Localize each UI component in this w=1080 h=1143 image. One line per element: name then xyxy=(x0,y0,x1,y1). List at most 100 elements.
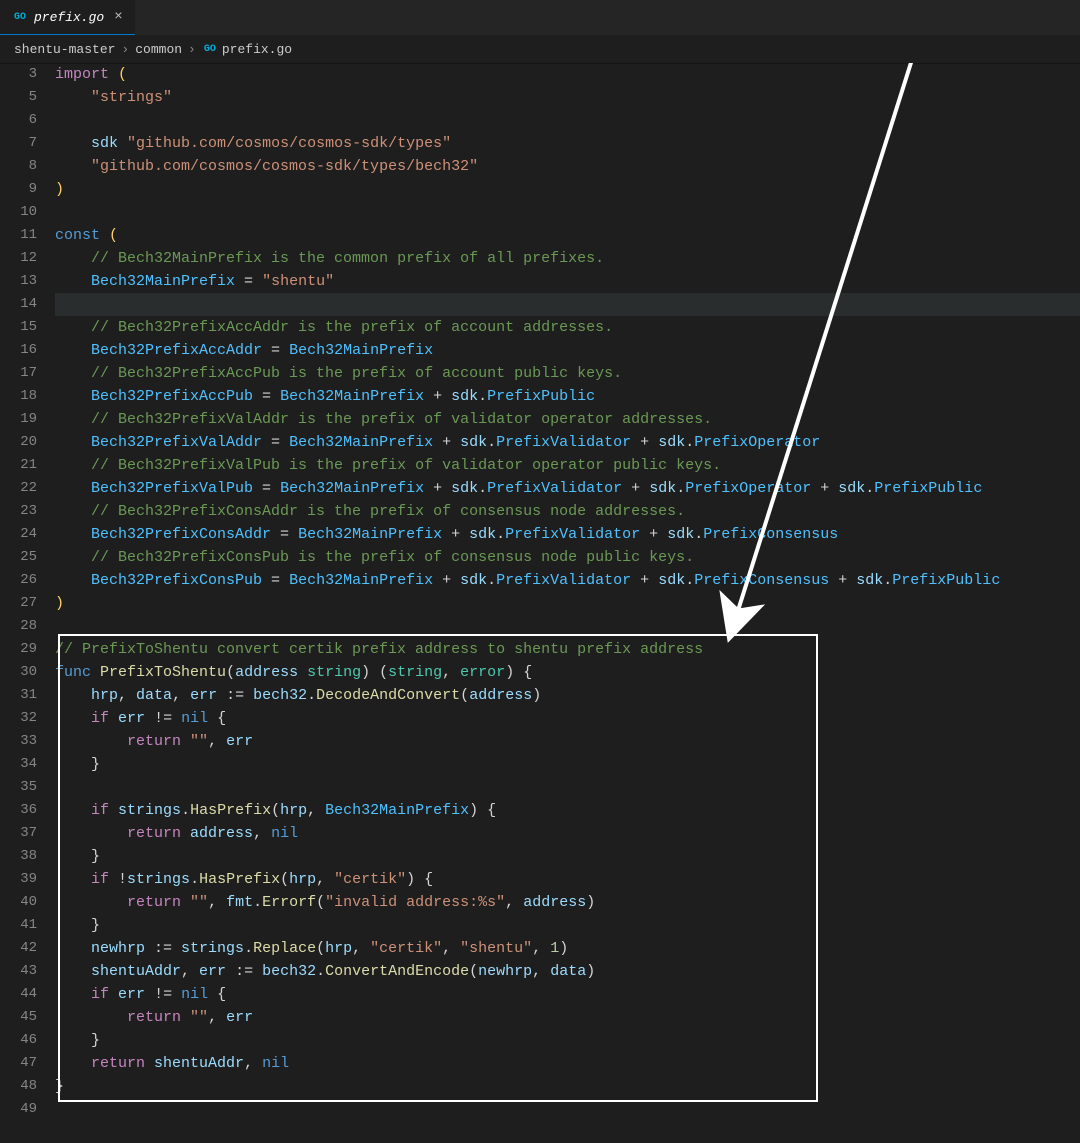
line-number: 27 xyxy=(0,592,37,615)
code-line[interactable]: func PrefixToShentu(address string) (str… xyxy=(55,661,1080,684)
code-line[interactable]: Bech32PrefixConsPub = Bech32MainPrefix +… xyxy=(55,569,1080,592)
chevron-right-icon: › xyxy=(188,42,196,57)
line-number: 44 xyxy=(0,983,37,1006)
line-number: 7 xyxy=(0,132,37,155)
code-line[interactable]: return "", err xyxy=(55,1006,1080,1029)
line-number: 46 xyxy=(0,1029,37,1052)
code-editor[interactable]: 3567891011121314151617181920212223242526… xyxy=(0,63,1080,1143)
code-line[interactable]: Bech32PrefixConsAddr = Bech32MainPrefix … xyxy=(55,523,1080,546)
code-line[interactable]: ) xyxy=(55,592,1080,615)
line-number: 40 xyxy=(0,891,37,914)
line-number: 45 xyxy=(0,1006,37,1029)
code-line[interactable]: if strings.HasPrefix(hrp, Bech32MainPref… xyxy=(55,799,1080,822)
code-line[interactable] xyxy=(55,615,1080,638)
code-area[interactable]: import ( "strings" sdk "github.com/cosmo… xyxy=(55,63,1080,1143)
code-line[interactable]: // Bech32PrefixValPub is the prefix of v… xyxy=(55,454,1080,477)
line-number: 48 xyxy=(0,1075,37,1098)
line-number: 17 xyxy=(0,362,37,385)
line-number: 8 xyxy=(0,155,37,178)
code-line[interactable] xyxy=(55,776,1080,799)
line-number: 35 xyxy=(0,776,37,799)
code-line[interactable]: import ( xyxy=(55,63,1080,86)
code-line[interactable]: // Bech32PrefixAccPub is the prefix of a… xyxy=(55,362,1080,385)
breadcrumb-seg1[interactable]: shentu-master xyxy=(14,42,115,57)
line-number: 34 xyxy=(0,753,37,776)
chevron-right-icon: › xyxy=(121,42,129,57)
code-line[interactable]: shentuAddr, err := bech32.ConvertAndEnco… xyxy=(55,960,1080,983)
code-line[interactable]: } xyxy=(55,914,1080,937)
code-line[interactable] xyxy=(55,1098,1080,1121)
line-number: 49 xyxy=(0,1098,37,1121)
line-number: 26 xyxy=(0,569,37,592)
line-number: 23 xyxy=(0,500,37,523)
code-line[interactable]: } xyxy=(55,753,1080,776)
code-line[interactable]: "strings" xyxy=(55,86,1080,109)
code-line[interactable]: Bech32PrefixAccPub = Bech32MainPrefix + … xyxy=(55,385,1080,408)
line-number: 30 xyxy=(0,661,37,684)
code-line[interactable]: Bech32PrefixValPub = Bech32MainPrefix + … xyxy=(55,477,1080,500)
code-line[interactable]: } xyxy=(55,1029,1080,1052)
line-number: 37 xyxy=(0,822,37,845)
code-line[interactable]: // Bech32PrefixValAddr is the prefix of … xyxy=(55,408,1080,431)
code-line[interactable]: // PrefixToShentu convert certik prefix … xyxy=(55,638,1080,661)
line-number: 5 xyxy=(0,86,37,109)
line-number: 43 xyxy=(0,960,37,983)
code-line[interactable]: Bech32MainPrefix = "shentu" xyxy=(55,270,1080,293)
code-line[interactable]: return "", fmt.Errorf("invalid address:%… xyxy=(55,891,1080,914)
code-line[interactable]: } xyxy=(55,1075,1080,1098)
line-number: 22 xyxy=(0,477,37,500)
line-number: 9 xyxy=(0,178,37,201)
code-line[interactable]: } xyxy=(55,845,1080,868)
line-number: 32 xyxy=(0,707,37,730)
line-number: 24 xyxy=(0,523,37,546)
line-number: 38 xyxy=(0,845,37,868)
breadcrumb-file[interactable]: prefix.go xyxy=(222,42,292,57)
go-file-icon: GO xyxy=(12,9,28,25)
code-line[interactable] xyxy=(55,293,1080,316)
line-number: 36 xyxy=(0,799,37,822)
line-number: 14 xyxy=(0,293,37,316)
code-line[interactable] xyxy=(55,109,1080,132)
line-number: 6 xyxy=(0,109,37,132)
tab-prefix-go[interactable]: GO prefix.go × xyxy=(0,0,135,35)
code-line[interactable]: // Bech32PrefixConsPub is the prefix of … xyxy=(55,546,1080,569)
code-line[interactable]: hrp, data, err := bech32.DecodeAndConver… xyxy=(55,684,1080,707)
code-line[interactable]: ) xyxy=(55,178,1080,201)
line-number: 31 xyxy=(0,684,37,707)
line-number: 12 xyxy=(0,247,37,270)
close-icon[interactable]: × xyxy=(114,9,122,25)
code-line[interactable]: const ( xyxy=(55,224,1080,247)
code-line[interactable]: // Bech32PrefixConsAddr is the prefix of… xyxy=(55,500,1080,523)
line-number: 47 xyxy=(0,1052,37,1075)
line-number: 41 xyxy=(0,914,37,937)
breadcrumb-seg2[interactable]: common xyxy=(135,42,182,57)
code-line[interactable]: if !strings.HasPrefix(hrp, "certik") { xyxy=(55,868,1080,891)
code-line[interactable]: Bech32PrefixAccAddr = Bech32MainPrefix xyxy=(55,339,1080,362)
line-number: 25 xyxy=(0,546,37,569)
code-line[interactable]: if err != nil { xyxy=(55,707,1080,730)
line-number: 28 xyxy=(0,615,37,638)
code-line[interactable]: Bech32PrefixValAddr = Bech32MainPrefix +… xyxy=(55,431,1080,454)
line-number: 10 xyxy=(0,201,37,224)
code-line[interactable]: newhrp := strings.Replace(hrp, "certik",… xyxy=(55,937,1080,960)
code-line[interactable]: return address, nil xyxy=(55,822,1080,845)
code-line[interactable]: sdk "github.com/cosmos/cosmos-sdk/types" xyxy=(55,132,1080,155)
line-number: 29 xyxy=(0,638,37,661)
code-line[interactable] xyxy=(55,201,1080,224)
line-number: 33 xyxy=(0,730,37,753)
line-number: 39 xyxy=(0,868,37,891)
line-number: 13 xyxy=(0,270,37,293)
code-line[interactable]: // Bech32PrefixAccAddr is the prefix of … xyxy=(55,316,1080,339)
line-number: 15 xyxy=(0,316,37,339)
line-number: 16 xyxy=(0,339,37,362)
code-line[interactable]: // Bech32MainPrefix is the common prefix… xyxy=(55,247,1080,270)
line-number: 11 xyxy=(0,224,37,247)
breadcrumb[interactable]: shentu-master › common › GO prefix.go xyxy=(0,35,1080,63)
code-line[interactable]: if err != nil { xyxy=(55,983,1080,1006)
code-line[interactable]: "github.com/cosmos/cosmos-sdk/types/bech… xyxy=(55,155,1080,178)
tab-bar: GO prefix.go × xyxy=(0,0,1080,35)
code-line[interactable]: return "", err xyxy=(55,730,1080,753)
line-number: 3 xyxy=(0,63,37,86)
line-number: 42 xyxy=(0,937,37,960)
code-line[interactable]: return shentuAddr, nil xyxy=(55,1052,1080,1075)
